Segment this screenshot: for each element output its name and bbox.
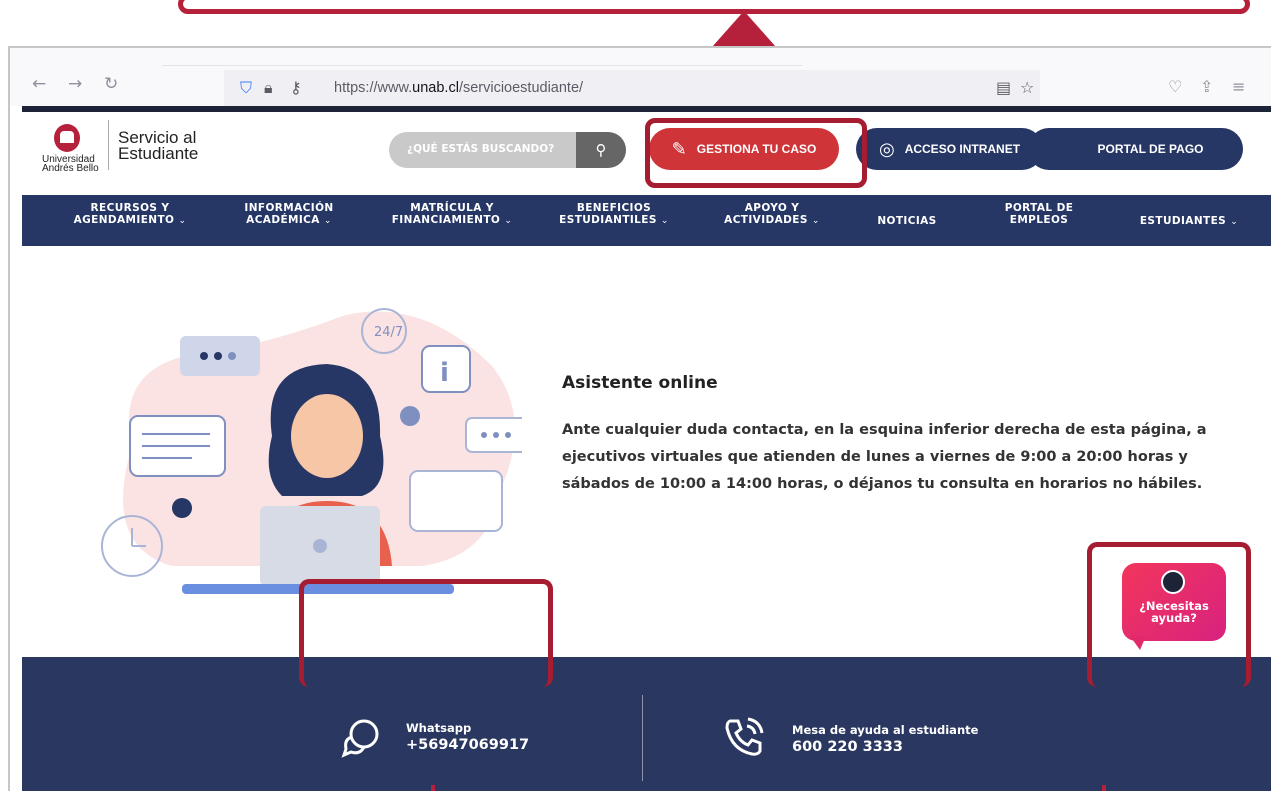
whatsapp-label: Whatsapp (406, 721, 472, 735)
chevron-down-icon: ⌄ (504, 216, 513, 226)
chevron-down-icon: ⌄ (1230, 217, 1239, 227)
lock-icon[interactable]: 🔒︎ (264, 78, 273, 98)
shield-icon[interactable]: ⛉ (240, 78, 252, 98)
main-navigation: RECURSOS Y AGENDAMIENTO ⌄ INFORMACIÓN AC… (22, 195, 1271, 246)
nav-item-label-2: AGENDAMIENTO ⌄ (70, 214, 190, 227)
logo-title: Servicio al Estudiante (118, 129, 199, 163)
url-path: /servicioestudiante/ (458, 80, 584, 96)
annotation-arrow-stub (431, 785, 435, 791)
nav-item-noticias[interactable]: NOTICIAS (872, 215, 942, 227)
browser-toolbar: ← → ↻ ⛉ 🔒︎ ⚷ https://www.unab.cl/servici… (10, 48, 1271, 106)
annotation-highlight-whatsapp (299, 579, 553, 687)
screenshot-stage: ← → ↻ ⛉ 🔒︎ ⚷ https://www.unab.cl/servici… (0, 0, 1271, 791)
top-dark-strip (22, 106, 1271, 112)
menu-icon[interactable]: ≡ (1232, 77, 1245, 96)
nav-item-label-1-text: ESTUDIANTES (1139, 215, 1227, 227)
nav-item-label-2-text: FINANCIAMIENTO (391, 214, 501, 226)
nav-item-label-2: EMPLEOS (1009, 214, 1069, 226)
nav-item-recursos[interactable]: RECURSOS Y AGENDAMIENTO ⌄ (70, 202, 190, 227)
nav-item-label-2-text: ACADÉMICA (246, 214, 320, 226)
nav-item-label-1: NOTICIAS (877, 215, 937, 227)
nav-item-label-2: ESTUDIANTILES ⌄ (554, 214, 674, 227)
portal-de-pago-label: PORTAL DE PAGO (1097, 142, 1204, 156)
nav-item-matricula[interactable]: MATRÍCULA Y FINANCIAMIENTO ⌄ (387, 202, 517, 227)
annotation-highlight-gestiona (645, 118, 867, 188)
browser-window: ← → ↻ ⛉ 🔒︎ ⚷ https://www.unab.cl/servici… (8, 46, 1271, 791)
mesa-de-ayuda-number[interactable]: 600 220 3333 (792, 739, 903, 755)
chat-bubble-empty (409, 470, 503, 532)
nav-item-label-1: ESTUDIANTES ⌄ (1134, 215, 1244, 228)
search-button[interactable]: ⚲ (576, 132, 626, 168)
url-bar[interactable]: ⛉ 🔒︎ ⚷ https://www.unab.cl/servicioestud… (224, 70, 1040, 106)
chevron-down-icon: ⌄ (811, 216, 820, 226)
logo-university-name: Universidad Andrés Bello (42, 154, 99, 174)
footer-divider (642, 695, 643, 781)
tab-strip (162, 65, 802, 66)
annotation-arrow-head (712, 11, 776, 47)
acceso-intranet-label: ACCESO INTRANET (904, 142, 1021, 156)
arrow-right-icon[interactable]: → (68, 76, 82, 93)
university-emblem-icon (54, 124, 80, 152)
pocket-icon[interactable]: ♡ (1168, 77, 1182, 96)
nav-item-label-2-text: AGENDAMIENTO (73, 214, 175, 226)
url-text[interactable]: https://www.unab.cl/servicioestudiante/ (334, 80, 583, 96)
agent-face (291, 394, 363, 478)
nav-item-label-1: INFORMACIÓN (244, 202, 334, 214)
url-domain: unab.cl (412, 80, 459, 96)
reload-icon[interactable]: ↻ (104, 76, 118, 93)
arrow-left-icon[interactable]: ← (32, 76, 46, 93)
bookmark-star-icon[interactable]: ☆ (1020, 78, 1034, 97)
chevron-down-icon: ⌄ (660, 216, 669, 226)
gear-light (400, 406, 420, 426)
nav-item-informacion[interactable]: INFORMACIÓN ACADÉMICA ⌄ (234, 202, 344, 227)
nav-item-label-1: APOYO Y (744, 202, 800, 214)
mesa-de-ayuda-label: Mesa de ayuda al estudiante (792, 723, 979, 737)
nav-item-label-1: BENEFICIOS (576, 202, 652, 214)
nav-item-label-2-text: ESTUDIANTILES (559, 214, 657, 226)
logo-title-line2: Estudiante (118, 144, 199, 163)
user-circle-icon: ◎ (878, 138, 895, 159)
nav-item-apoyo[interactable]: APOYO Y ACTIVIDADES ⌄ (722, 202, 822, 227)
share-icon[interactable]: ⇪ (1200, 77, 1213, 96)
nav-item-label-1: PORTAL DE (1004, 202, 1074, 214)
badge-247-label: 24/7 (374, 325, 403, 340)
nav-item-portal-empleos[interactable]: PORTAL DE EMPLEOS (994, 202, 1084, 226)
acceso-intranet-button[interactable]: ◎ ACCESO INTRANET (856, 128, 1043, 170)
nav-item-label-2: FINANCIAMIENTO ⌄ (387, 214, 517, 227)
nav-item-label-2-text: ACTIVIDADES (724, 214, 808, 226)
chat-bubbles-icon (341, 719, 379, 758)
nav-item-label-2: ACTIVIDADES ⌄ (722, 214, 822, 227)
nav-item-estudiantes[interactable]: ESTUDIANTES ⌄ (1134, 215, 1244, 228)
permissions-icon[interactable]: ⚷ (290, 78, 302, 97)
chevron-down-icon: ⌄ (323, 216, 332, 226)
contact-footer: Whatsapp +56947069917 Mesa de ayuda al e… (22, 657, 1271, 791)
support-agent-illustration: 24/7 i (101, 308, 522, 594)
web-page: Universidad Andrés Bello Servicio al Est… (22, 106, 1271, 791)
whatsapp-number[interactable]: +56947069917 (406, 737, 529, 753)
gear-dark (172, 498, 192, 518)
nav-item-label-1: MATRÍCULA Y (410, 202, 494, 214)
search-input[interactable]: ¿QUÉ ESTÁS BUSCANDO? (407, 143, 554, 155)
annotation-arrow-stub (1102, 785, 1106, 791)
nav-item-label-1: RECURSOS Y (90, 202, 170, 214)
site-search[interactable]: ¿QUÉ ESTÁS BUSCANDO? ⚲ (389, 132, 626, 168)
content-body: Ante cualquier duda contacta, en la esqu… (562, 422, 1207, 492)
nav-item-beneficios[interactable]: BENEFICIOS ESTUDIANTILES ⌄ (554, 202, 674, 227)
annotation-highlight-help (1087, 542, 1251, 687)
portal-de-pago-button[interactable]: PORTAL DE PAGO (1028, 128, 1243, 170)
nav-item-label-2: ACADÉMICA ⌄ (234, 214, 344, 227)
svg-text:i: i (440, 358, 449, 388)
chevron-down-icon: ⌄ (178, 216, 187, 226)
content-title: Asistente online (562, 373, 718, 393)
url-prefix: https://www. (334, 80, 413, 96)
search-icon: ⚲ (595, 141, 607, 159)
reader-view-icon[interactable]: ▤ (996, 78, 1011, 97)
logo-divider (108, 120, 109, 170)
phone-call-icon (725, 717, 764, 756)
